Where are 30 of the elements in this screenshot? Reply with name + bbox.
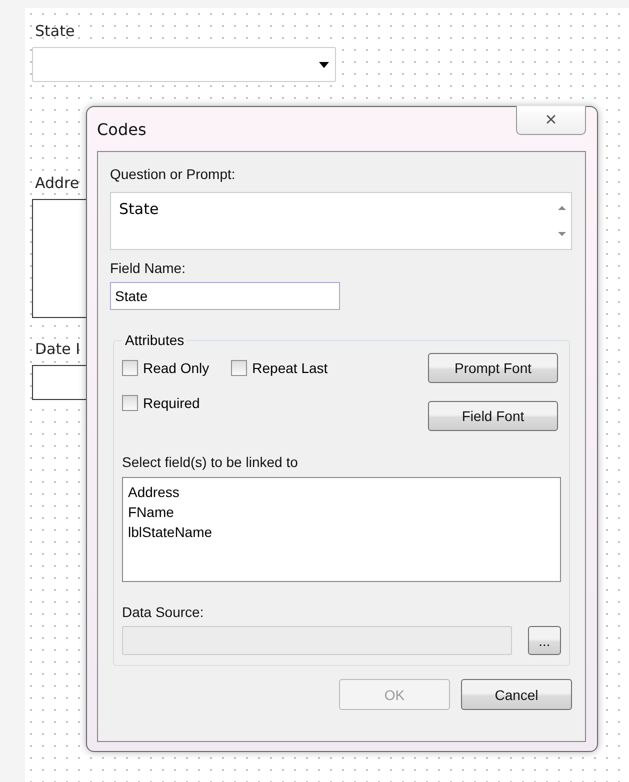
browse-button[interactable]: ...	[528, 626, 561, 655]
list-item[interactable]: FName	[128, 502, 555, 522]
field-label: Addre	[35, 174, 80, 192]
checkbox-option[interactable]: Read Only	[122, 359, 210, 377]
group-legend: Attributes	[122, 332, 188, 348]
field-name-label: Field Name:	[110, 260, 186, 276]
prompt-field[interactable]: State	[110, 192, 572, 250]
dropdown-field[interactable]	[32, 47, 336, 82]
data-source-label: Data Source:	[122, 604, 205, 620]
checkbox[interactable]	[122, 360, 138, 376]
data-source-field[interactable]	[122, 626, 512, 655]
checkbox-option[interactable]: Required	[122, 394, 200, 412]
dialog-button[interactable]: Cancel	[461, 679, 572, 710]
list-item[interactable]: lblStateName	[128, 522, 555, 542]
linked-fields-label: Select field(s) to be linked to	[122, 454, 299, 470]
field-list[interactable]: Address FName lblStateName	[122, 477, 561, 582]
field-label: State	[35, 22, 75, 40]
checkbox[interactable]	[122, 395, 138, 411]
checkbox[interactable]	[231, 360, 248, 376]
caret-icon	[319, 62, 329, 68]
font-button[interactable]: Field Font	[428, 401, 558, 431]
prompt-value: State	[119, 200, 159, 218]
font-button[interactable]: Prompt Font	[428, 353, 558, 383]
prompt-label: Question or Prompt:	[110, 166, 236, 182]
checkbox-option[interactable]: Repeat Last	[231, 359, 328, 377]
field-label: Date I	[35, 340, 80, 358]
field-name-input[interactable]: State	[110, 282, 340, 310]
list-item[interactable]: Address	[128, 482, 555, 502]
window-title: Codes	[97, 120, 146, 139]
close-button[interactable]: ×	[516, 106, 586, 135]
